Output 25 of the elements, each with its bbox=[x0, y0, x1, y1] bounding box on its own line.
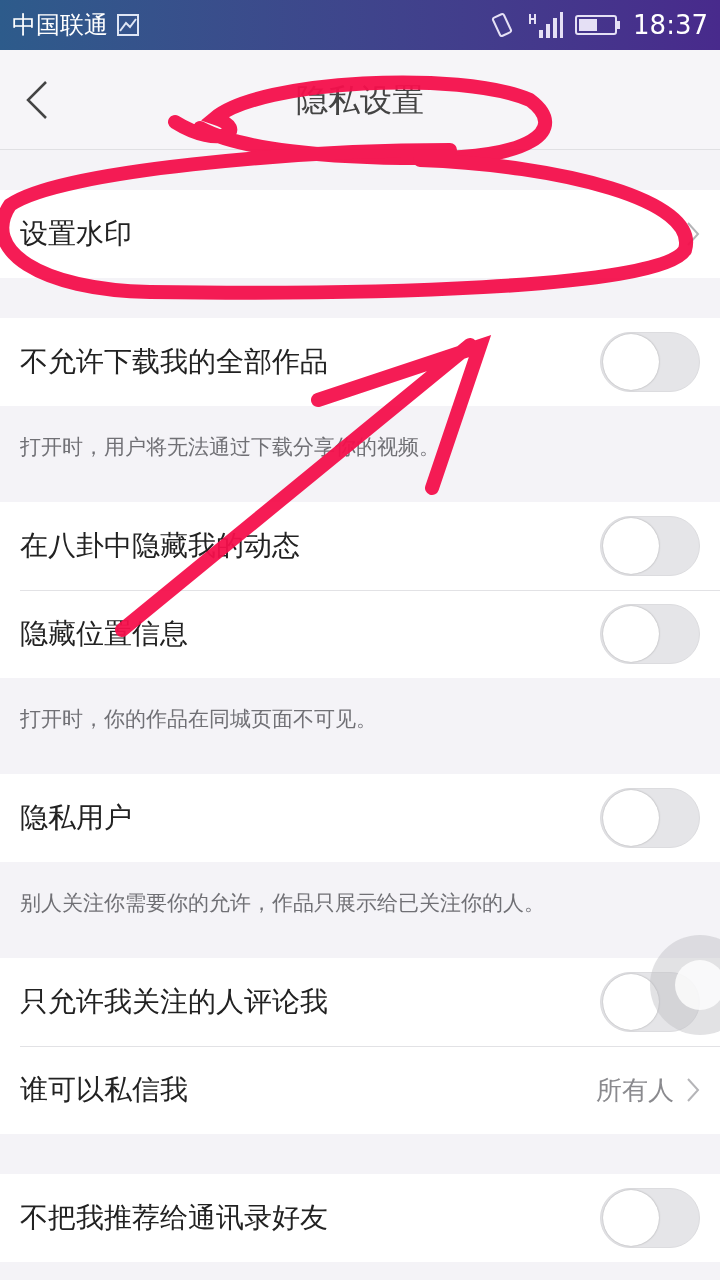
clock-time: 18:37 bbox=[633, 8, 708, 42]
chevron-icon bbox=[686, 1077, 700, 1103]
row-label: 隐私用户 bbox=[20, 800, 132, 836]
assistive-touch-overlay[interactable] bbox=[650, 935, 720, 1035]
row-value: 所有人 bbox=[596, 1073, 674, 1107]
row-label: 谁可以私信我 bbox=[20, 1072, 188, 1108]
settings-row[interactable]: 隐私用户 bbox=[0, 774, 720, 862]
signal-icon bbox=[527, 10, 564, 40]
hint-text: 打开时，用户将无法通过下载分享你的视频。 bbox=[20, 434, 440, 461]
settings-row[interactable]: 不把我推荐给通讯录好友 bbox=[0, 1174, 720, 1262]
row-label: 不把我推荐给通讯录好友 bbox=[20, 1200, 328, 1236]
settings-row[interactable]: 不允许下载我的全部作品 bbox=[0, 318, 720, 406]
hint-text: 别人关注你需要你的允许，作品只展示给已关注你的人。 bbox=[20, 890, 545, 917]
row-label: 不允许下载我的全部作品 bbox=[20, 344, 328, 380]
settings-row[interactable]: 设置水印 bbox=[0, 190, 720, 278]
hint-text: 打开时，你的作品在同城页面不可见。 bbox=[20, 706, 377, 733]
carrier-name: 中国联通 bbox=[12, 10, 108, 41]
back-button[interactable] bbox=[24, 80, 48, 120]
settings-row[interactable]: 谁可以私信我 所有人 bbox=[0, 1046, 720, 1134]
settings-row[interactable]: 只允许我关注的人评论我 bbox=[0, 958, 720, 1046]
image-icon bbox=[116, 13, 140, 37]
back-icon bbox=[24, 80, 48, 120]
battery-icon bbox=[575, 13, 622, 37]
row-label: 只允许我关注的人评论我 bbox=[20, 984, 328, 1020]
row-label: 设置水印 bbox=[20, 216, 132, 252]
